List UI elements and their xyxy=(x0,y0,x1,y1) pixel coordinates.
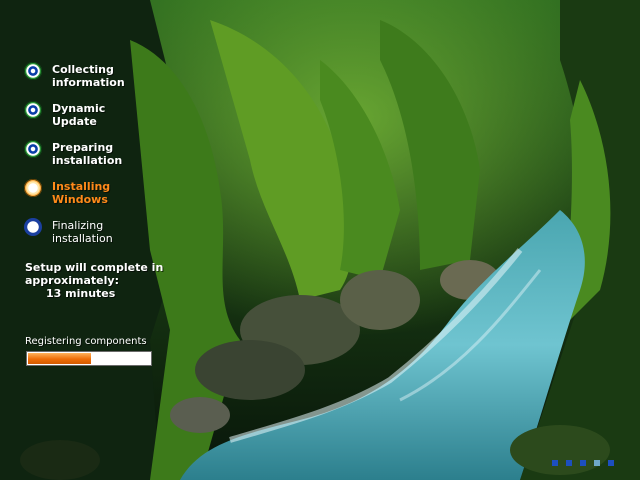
check-bullet-icon xyxy=(24,101,42,119)
time-estimate: Setup will complete in approximately: 13… xyxy=(25,261,165,300)
activity-dot xyxy=(608,460,614,466)
step-finalizing-installation: Finalizing installation xyxy=(24,218,154,252)
step-label: Preparing installation xyxy=(52,141,123,167)
step-label: Finalizing installation xyxy=(52,219,113,245)
step-installing-windows: Installing Windows xyxy=(24,179,154,213)
activity-dot xyxy=(580,460,586,466)
step-label: Dynamic Update xyxy=(52,102,106,128)
check-bullet-icon xyxy=(24,62,42,80)
estimate-time: 13 minutes xyxy=(46,287,116,300)
pending-bullet-icon xyxy=(24,218,42,236)
progress-bar xyxy=(26,351,152,366)
estimate-line1: Setup will complete in xyxy=(25,261,164,274)
check-bullet-icon xyxy=(24,140,42,158)
estimate-line2: approximately: xyxy=(25,274,119,287)
step-collecting-information: Collecting information xyxy=(24,62,154,96)
activity-indicator xyxy=(552,460,622,468)
progress-bar-fill xyxy=(28,353,91,364)
step-label-current: Installing Windows xyxy=(52,180,111,206)
activity-dot xyxy=(552,460,558,466)
step-preparing-installation: Preparing installation xyxy=(24,140,154,174)
activity-dot xyxy=(566,460,572,466)
status-text: Registering components xyxy=(25,336,147,347)
step-label: Collecting information xyxy=(52,63,125,89)
step-dynamic-update: Dynamic Update xyxy=(24,101,154,135)
current-bullet-icon xyxy=(24,179,42,197)
activity-dot xyxy=(594,460,600,466)
